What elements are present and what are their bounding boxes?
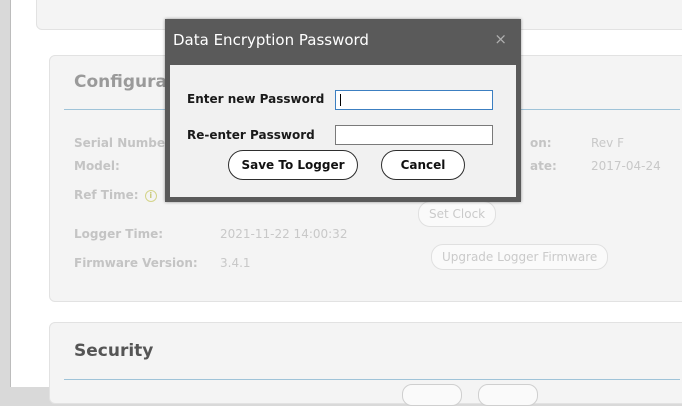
model-label: Model:	[74, 159, 120, 173]
set-clock-button[interactable]: Set Clock	[418, 201, 497, 227]
security-button-2[interactable]	[478, 384, 538, 406]
security-card: Security	[49, 322, 682, 406]
security-title: Security	[74, 341, 154, 361]
reenter-password-label: Re-enter Password	[187, 128, 315, 142]
logger-time-value: 2021-11-22 14:00:32	[220, 227, 348, 241]
encryption-password-dialog: Data Encryption Password × Enter new Pas…	[165, 19, 521, 202]
firmware-version-label: Firmware Version:	[74, 256, 198, 270]
text-caret	[340, 94, 341, 106]
serial-number-label: Serial Number	[74, 136, 171, 150]
close-icon[interactable]: ×	[494, 30, 507, 48]
security-button-1[interactable]	[402, 384, 462, 406]
cancel-button[interactable]: Cancel	[381, 150, 465, 180]
logger-time-label: Logger Time:	[74, 227, 164, 241]
revision-label: on:	[530, 136, 552, 150]
security-divider	[64, 379, 680, 380]
info-icon[interactable]: i	[144, 189, 157, 202]
revision-value: Rev F	[591, 136, 624, 150]
date-value: 2017-04-24	[591, 159, 661, 173]
configuration-title: Configurat	[74, 72, 176, 92]
ref-time-text: Ref Time:	[74, 188, 139, 202]
upgrade-firmware-button[interactable]: Upgrade Logger Firmware	[431, 244, 609, 270]
date-label: ate:	[530, 159, 557, 173]
firmware-version-value: 3.4.1	[220, 256, 251, 270]
save-to-logger-button[interactable]: Save To Logger	[228, 150, 358, 180]
new-password-input[interactable]	[335, 90, 493, 110]
dialog-body: Enter new Password Re-enter Password Sav…	[170, 65, 516, 197]
ref-time-label: Ref Time: i	[74, 188, 157, 202]
reenter-password-input[interactable]	[335, 125, 493, 145]
dialog-title: Data Encryption Password	[173, 31, 369, 49]
new-password-label: Enter new Password	[187, 92, 325, 106]
